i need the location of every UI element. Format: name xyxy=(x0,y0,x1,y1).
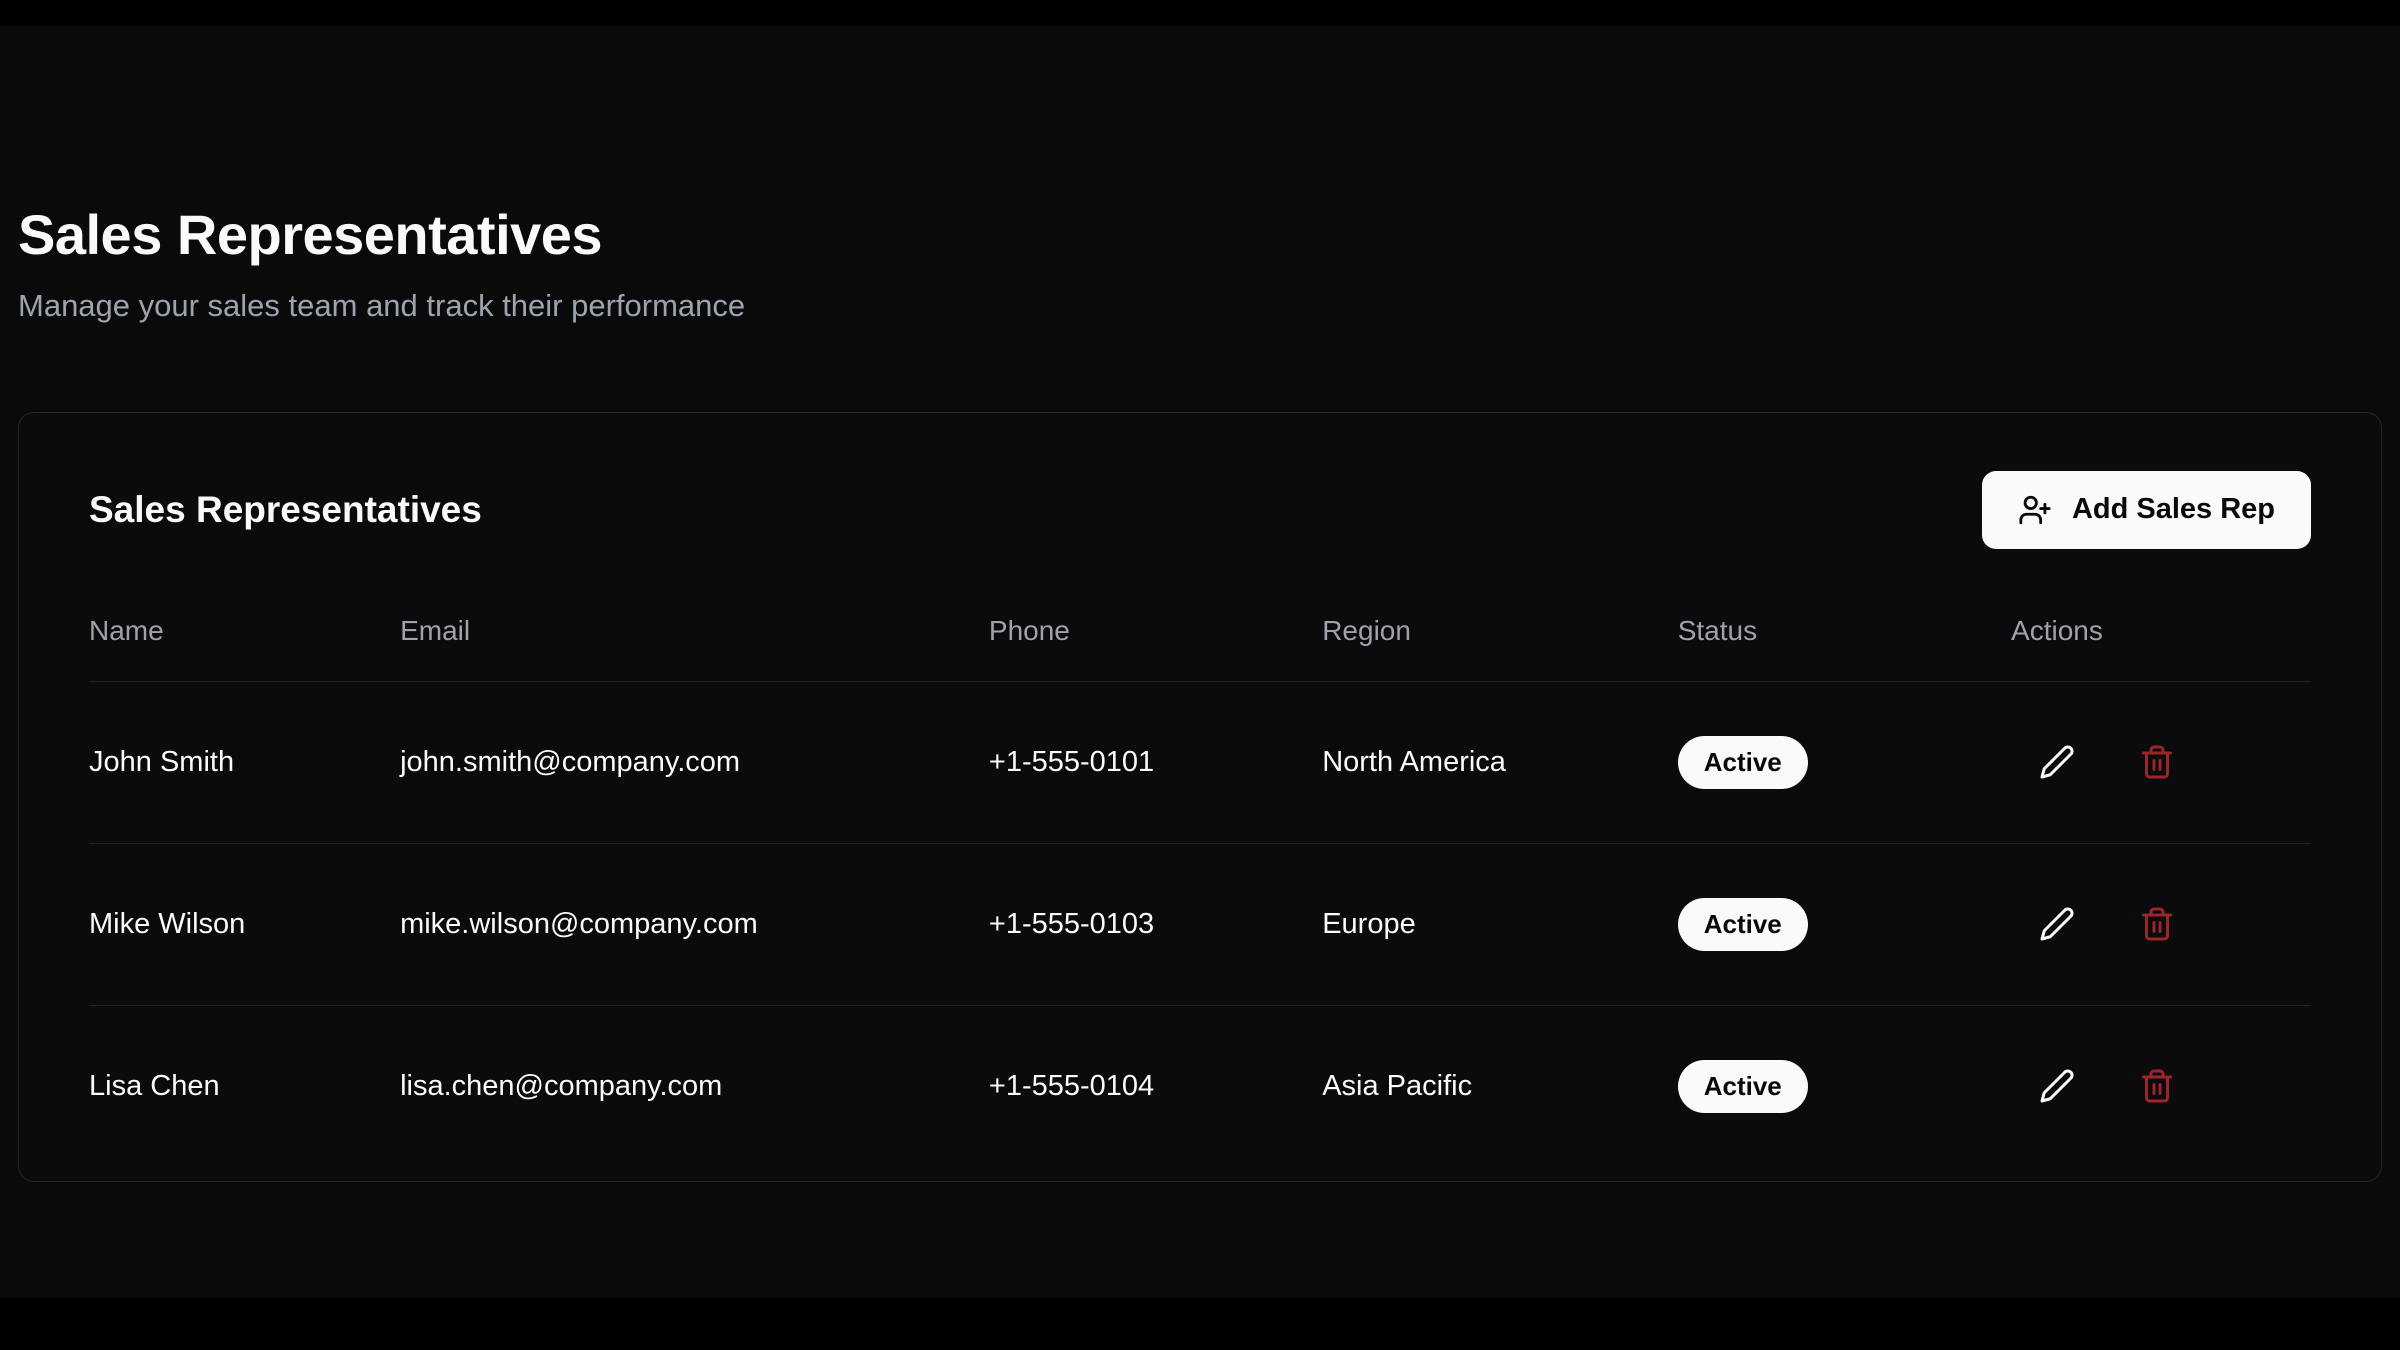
column-header-name: Name xyxy=(89,615,400,682)
add-sales-rep-label: Add Sales Rep xyxy=(2072,493,2275,526)
edit-button[interactable] xyxy=(2039,1068,2075,1104)
table-row: John Smith john.smith@company.com +1-555… xyxy=(89,681,2311,843)
delete-button[interactable] xyxy=(2139,906,2175,942)
rep-status: Active xyxy=(1678,681,2011,843)
rep-actions xyxy=(2011,843,2311,1005)
column-header-phone: Phone xyxy=(989,615,1322,682)
trash-icon xyxy=(2139,744,2175,780)
rep-status: Active xyxy=(1678,843,2011,1005)
rep-name: John Smith xyxy=(89,681,400,843)
table-header-row: Name Email Phone Region Status Actions xyxy=(89,615,2311,682)
bottom-strip xyxy=(0,1298,2400,1350)
rep-name: Lisa Chen xyxy=(89,1005,400,1167)
status-badge: Active xyxy=(1678,898,1808,951)
column-header-status: Status xyxy=(1678,615,2011,682)
trash-icon xyxy=(2139,906,2175,942)
top-strip xyxy=(0,0,2400,26)
column-header-actions: Actions xyxy=(2011,615,2311,682)
user-plus-icon xyxy=(2018,493,2052,527)
rep-name: Mike Wilson xyxy=(89,843,400,1005)
status-badge: Active xyxy=(1678,736,1808,789)
column-header-region: Region xyxy=(1322,615,1678,682)
rep-region: North America xyxy=(1322,681,1678,843)
rep-email: lisa.chen@company.com xyxy=(400,1005,989,1167)
rep-actions xyxy=(2011,1005,2311,1167)
status-badge: Active xyxy=(1678,1060,1808,1113)
page-container: Sales Representatives Manage your sales … xyxy=(0,204,2400,1182)
edit-button[interactable] xyxy=(2039,744,2075,780)
pencil-icon xyxy=(2039,906,2075,942)
trash-icon xyxy=(2139,1068,2175,1104)
add-sales-rep-button[interactable]: Add Sales Rep xyxy=(1982,471,2311,549)
rep-phone: +1-555-0104 xyxy=(989,1005,1322,1167)
rep-email: mike.wilson@company.com xyxy=(400,843,989,1005)
rep-region: Asia Pacific xyxy=(1322,1005,1678,1167)
page-subtitle: Manage your sales team and track their p… xyxy=(18,288,2382,324)
sales-reps-table: Name Email Phone Region Status Actions J… xyxy=(89,615,2311,1167)
pencil-icon xyxy=(2039,1068,2075,1104)
column-header-email: Email xyxy=(400,615,989,682)
rep-status: Active xyxy=(1678,1005,2011,1167)
rep-actions xyxy=(2011,681,2311,843)
delete-button[interactable] xyxy=(2139,1068,2175,1104)
table-row: Mike Wilson mike.wilson@company.com +1-5… xyxy=(89,843,2311,1005)
pencil-icon xyxy=(2039,744,2075,780)
rep-phone: +1-555-0103 xyxy=(989,843,1322,1005)
card-title: Sales Representatives xyxy=(89,489,482,531)
rep-email: john.smith@company.com xyxy=(400,681,989,843)
table-row: Lisa Chen lisa.chen@company.com +1-555-0… xyxy=(89,1005,2311,1167)
edit-button[interactable] xyxy=(2039,906,2075,942)
card-header: Sales Representatives Add Sales Rep xyxy=(89,471,2311,549)
sales-reps-card: Sales Representatives Add Sales Rep xyxy=(18,412,2382,1182)
page-title: Sales Representatives xyxy=(18,204,2382,266)
delete-button[interactable] xyxy=(2139,744,2175,780)
rep-region: Europe xyxy=(1322,843,1678,1005)
rep-phone: +1-555-0101 xyxy=(989,681,1322,843)
